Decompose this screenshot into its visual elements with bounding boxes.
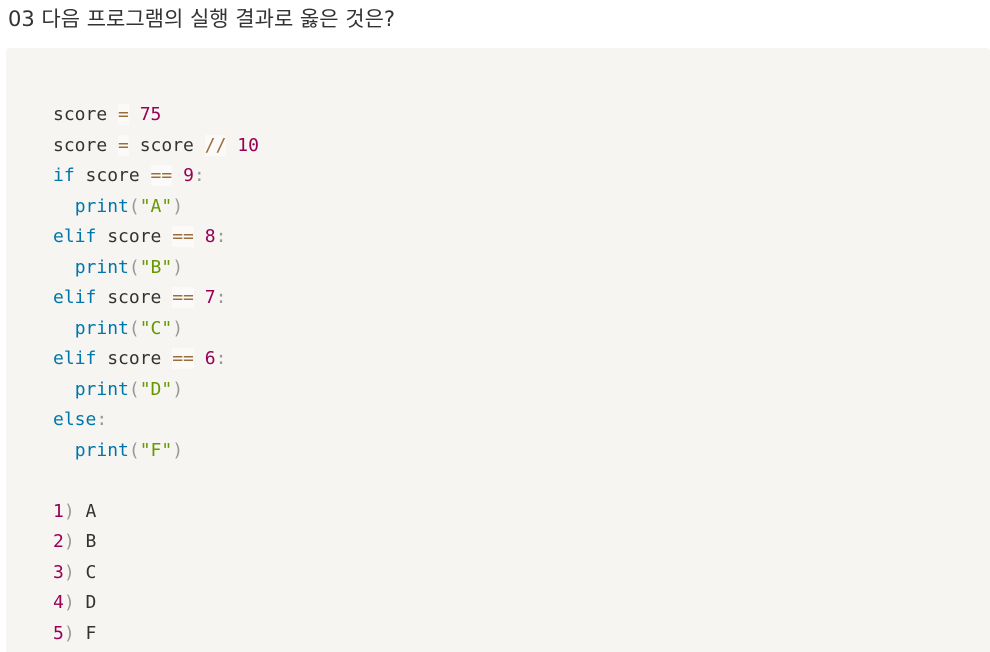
code-token: "A" bbox=[139, 195, 173, 217]
code-token: C bbox=[74, 561, 97, 583]
code-content: score = 75 score = score // 10 if score ==… bbox=[53, 100, 259, 649]
code-line: print("A") bbox=[53, 192, 259, 223]
code-token: score bbox=[96, 348, 173, 369]
code-token: 10 bbox=[237, 134, 259, 156]
code-token: "D" bbox=[139, 378, 173, 400]
code-line: if score == 9: bbox=[53, 161, 259, 192]
code-token: if bbox=[53, 165, 75, 186]
code-token: ) bbox=[63, 500, 75, 522]
code-token: elif bbox=[53, 226, 97, 247]
code-line: score = 75 bbox=[53, 100, 259, 131]
code-token: score bbox=[74, 165, 151, 186]
code-line: else: bbox=[53, 405, 259, 436]
code-token: 4 bbox=[53, 592, 64, 613]
code-token: : bbox=[215, 226, 227, 247]
code-token: : bbox=[96, 409, 108, 430]
code-token: 1 bbox=[53, 500, 64, 522]
code-token: print bbox=[74, 195, 129, 217]
code-line: elif score == 7: bbox=[53, 283, 259, 314]
code-token: 6 bbox=[204, 348, 216, 369]
code-token: F bbox=[74, 622, 97, 644]
code-line: 1) A bbox=[53, 497, 259, 528]
code-token: 7 bbox=[204, 287, 216, 308]
code-line: 3) C bbox=[53, 558, 259, 589]
code-token: ) bbox=[172, 317, 184, 339]
code-token: print bbox=[74, 256, 129, 278]
code-token: ) bbox=[172, 256, 184, 278]
code-token: ) bbox=[63, 592, 75, 613]
code-token: print bbox=[74, 317, 129, 339]
code-token: == bbox=[172, 287, 194, 308]
code-token: ) bbox=[63, 561, 75, 583]
code-token: score bbox=[53, 104, 119, 125]
code-token: == bbox=[150, 165, 173, 186]
code-token: ( bbox=[128, 256, 140, 278]
code-token: = bbox=[118, 134, 129, 156]
code-token: "B" bbox=[139, 256, 173, 278]
code-token: == bbox=[172, 226, 194, 247]
code-token: "C" bbox=[139, 317, 173, 339]
code-line: 4) D bbox=[53, 588, 259, 619]
code-token: print bbox=[74, 378, 129, 400]
code-line: elif score == 6: bbox=[53, 344, 259, 375]
code-block: score = 75 score = score // 10 if score ==… bbox=[6, 48, 990, 652]
code-token: 9 bbox=[183, 165, 194, 186]
code-line: print("D") bbox=[53, 375, 259, 406]
code-token: score bbox=[96, 287, 173, 308]
code-token: 2 bbox=[53, 531, 64, 552]
code-token: ) bbox=[63, 531, 75, 552]
code-line: score = score // 10 bbox=[53, 131, 259, 162]
code-token: 3 bbox=[53, 561, 64, 583]
code-token: 8 bbox=[204, 226, 216, 247]
code-token: score bbox=[53, 134, 119, 156]
code-token: : bbox=[215, 287, 227, 308]
code-token: elif bbox=[53, 287, 97, 308]
code-token: ) bbox=[172, 378, 184, 400]
code-token: B bbox=[74, 531, 97, 552]
code-token: ( bbox=[128, 317, 140, 339]
code-line: elif score == 8: bbox=[53, 222, 259, 253]
code-line: print("C") bbox=[53, 314, 259, 345]
code-token: score bbox=[128, 134, 205, 156]
code-token: D bbox=[74, 592, 97, 613]
code-token: // bbox=[204, 134, 227, 156]
code-token: 75 bbox=[139, 104, 162, 125]
code-line: 5) F bbox=[53, 619, 259, 650]
code-token: = bbox=[118, 104, 129, 125]
code-line: print("F") bbox=[53, 436, 259, 467]
code-token: ) bbox=[172, 439, 184, 461]
code-token: ( bbox=[128, 439, 140, 461]
code-token: ) bbox=[172, 195, 184, 217]
code-token: ( bbox=[128, 378, 140, 400]
code-token: elif bbox=[53, 348, 97, 369]
code-token: ( bbox=[128, 195, 140, 217]
code-token: ) bbox=[63, 622, 75, 644]
code-token: 5 bbox=[53, 622, 64, 644]
code-line: print("B") bbox=[53, 253, 259, 284]
code-line: 2) B bbox=[53, 527, 259, 558]
code-token: else bbox=[53, 409, 97, 430]
code-token: A bbox=[74, 500, 97, 522]
code-token: : bbox=[215, 348, 227, 369]
code-token: == bbox=[172, 348, 194, 369]
code-token: score bbox=[96, 226, 173, 247]
question-text: 03 다음 프로그램의 실행 결과로 옳은 것은? bbox=[8, 7, 396, 31]
code-token: : bbox=[193, 165, 205, 186]
code-token: "F" bbox=[139, 439, 173, 461]
code-token: print bbox=[74, 439, 129, 461]
